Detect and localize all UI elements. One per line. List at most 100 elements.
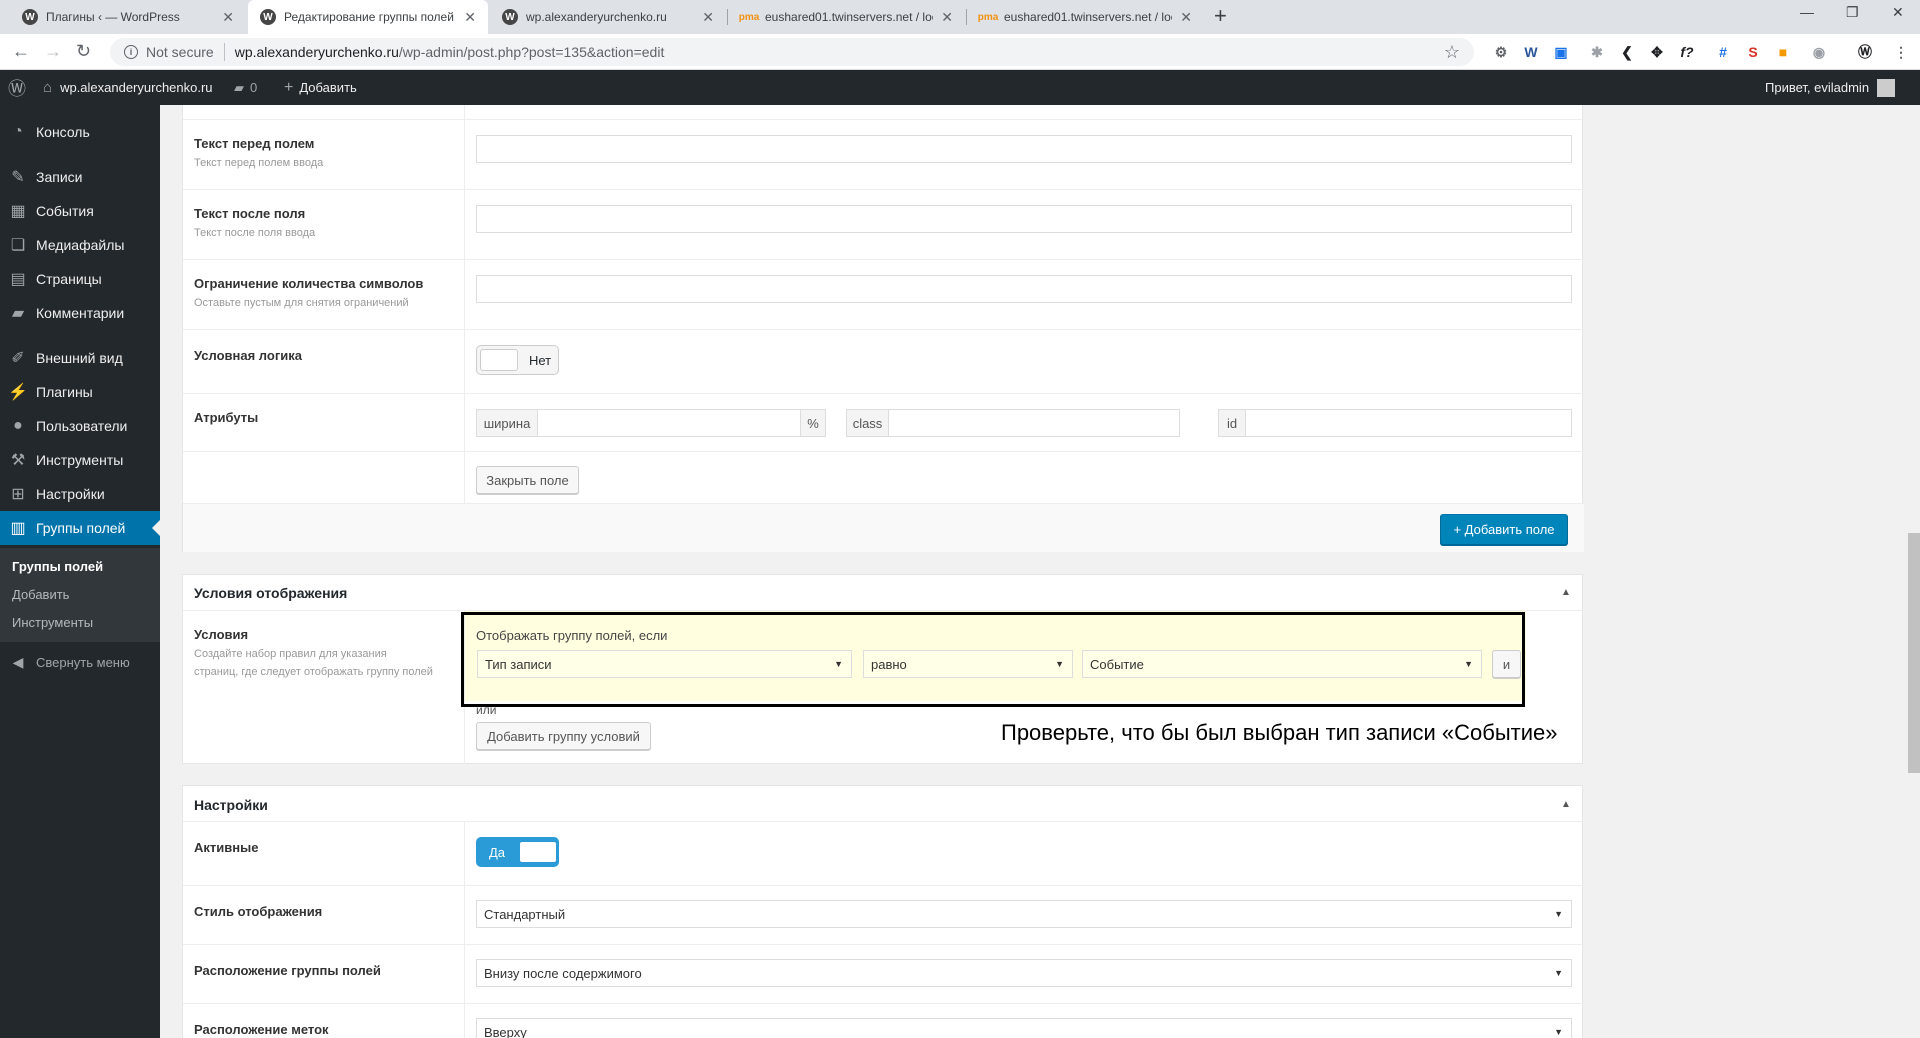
settings-icon: ⊞ — [11, 486, 25, 503]
field-row-active: Активные Да — [183, 822, 1584, 885]
sidebar-item-label: Медиафайлы — [36, 237, 125, 253]
extension-s-icon[interactable]: S — [1744, 43, 1762, 61]
pages-icon: ▤ — [10, 271, 26, 288]
add-rule-group-button[interactable]: Добавить группу условий — [476, 722, 651, 750]
position-select[interactable]: Внизу после содержимого ▼ — [476, 959, 1572, 987]
sidebar-item-posts[interactable]: ✎ Записи — [0, 160, 160, 194]
plugin-icon: ⚡ — [8, 384, 28, 401]
maxlength-input[interactable] — [476, 275, 1572, 303]
tab-separator — [727, 9, 728, 25]
close-icon[interactable]: ✕ — [702, 9, 714, 26]
add-field-button[interactable]: + Добавить поле — [1440, 514, 1568, 545]
bookmark-star-icon[interactable]: ☆ — [1444, 42, 1460, 63]
reload-icon[interactable]: ↻ — [76, 41, 91, 62]
close-icon[interactable]: ✕ — [222, 9, 234, 26]
dropdown-arrow-icon: ▼ — [1554, 1027, 1563, 1037]
extension-wordpress-icon[interactable]: Ⓦ — [1856, 43, 1874, 61]
field-label: Текст перед полем — [194, 136, 315, 151]
extension-fx-icon[interactable]: f? — [1678, 43, 1696, 61]
sidebar-item-tools[interactable]: ⚒ Инструменты — [0, 443, 160, 477]
width-input[interactable] — [537, 409, 801, 437]
sidebar-item-events[interactable]: ▦ События — [0, 194, 160, 228]
submenu-item-add-new[interactable]: Добавить — [12, 587, 69, 602]
collapse-arrow-icon[interactable]: ▲ — [1561, 799, 1571, 810]
extension-grid-icon[interactable]: # — [1714, 43, 1732, 61]
label-placement-select[interactable]: Вверху ▼ — [476, 1018, 1572, 1038]
conditional-logic-toggle[interactable]: Нет — [476, 345, 559, 375]
class-prepend: class — [846, 409, 889, 437]
new-tab-button[interactable]: + — [1214, 3, 1227, 29]
comments-link[interactable]: ▰ 0 — [234, 70, 257, 105]
extension-gear-icon[interactable]: ⚙ — [1492, 43, 1510, 61]
sidebar-item-settings[interactable]: ⊞ Настройки — [0, 477, 160, 511]
close-icon[interactable]: ✕ — [1180, 9, 1192, 26]
page-scrollbar[interactable] — [1908, 533, 1920, 773]
extension-translate-icon[interactable]: ▣ — [1552, 43, 1570, 61]
field-description: Оставьте пустым для снятия ограничений — [194, 297, 409, 309]
sidebar-item-plugins[interactable]: ⚡ Плагины — [0, 375, 160, 409]
extension-arrow-icon[interactable]: ❮ — [1618, 43, 1636, 61]
field-row-style: Стиль отображения Стандартный ▼ — [183, 885, 1584, 944]
sidebar-item-label: Внешний вид — [36, 350, 123, 366]
close-icon[interactable]: ✕ — [941, 9, 953, 26]
sidebar-item-field-groups[interactable]: ▥ Группы полей — [0, 511, 160, 545]
extension-move-icon[interactable]: ✥ — [1648, 43, 1666, 61]
rules-label: Условия — [194, 627, 249, 642]
minimize-icon[interactable]: — — [1800, 4, 1814, 20]
phpmyadmin-icon: pma — [738, 11, 760, 23]
close-icon[interactable]: ✕ — [464, 9, 476, 26]
account-link[interactable]: Привет, eviladmin — [1765, 70, 1896, 105]
id-input[interactable] — [1245, 409, 1572, 437]
tab-title: wp.alexanderyurchenko.ru — [526, 10, 667, 24]
sidebar-item-label: События — [36, 203, 94, 219]
prepend-input[interactable] — [476, 135, 1572, 163]
not-secure-label: Not secure — [146, 44, 214, 60]
dropdown-arrow-icon: ▼ — [1554, 968, 1563, 978]
submenu-item-tools[interactable]: Инструменты — [12, 615, 93, 630]
field-label: Атрибуты — [194, 410, 259, 425]
append-input[interactable] — [476, 205, 1572, 233]
extension-color-icon[interactable]: ■ — [1774, 43, 1792, 61]
sidebar-item-media[interactable]: ❏ Медиафайлы — [0, 228, 160, 262]
close-field-button[interactable]: Закрыть поле — [476, 466, 579, 494]
restore-icon[interactable]: ❐ — [1846, 4, 1859, 21]
forward-icon[interactable]: → — [44, 41, 62, 62]
style-select[interactable]: Стандартный ▼ — [476, 900, 1572, 928]
sidebar-item-pages[interactable]: ▤ Страницы — [0, 262, 160, 296]
tab-title: Плагины ‹ — WordPress — [46, 10, 180, 24]
collapse-arrow-icon[interactable]: ▲ — [1561, 587, 1571, 598]
sidebar-item-label: Консоль — [36, 124, 90, 140]
extension-camera-icon[interactable]: ◉ — [1810, 43, 1828, 61]
active-toggle[interactable]: Да — [476, 837, 559, 867]
percent-append: % — [800, 409, 826, 437]
address-bar[interactable]: i Not secure wp.alexanderyurchenko.ru /w… — [110, 38, 1474, 66]
browser-tab-edit-field-group[interactable]: W Редактирование группы полей ✕ — [248, 0, 488, 34]
class-input[interactable] — [888, 409, 1180, 437]
sidebar-item-dashboard[interactable]: ◔ Консоль — [0, 115, 160, 149]
info-icon[interactable]: i — [124, 45, 138, 59]
field-settings-panel: Текст перед полем Текст перед полем ввод… — [182, 105, 1584, 552]
extension-puzzle-icon[interactable]: ✱ — [1588, 43, 1606, 61]
wordpress-logo-icon[interactable]: Ⓦ — [8, 70, 26, 105]
sidebar-item-users[interactable]: ● Пользователи — [0, 409, 160, 443]
sidebar-item-appearance[interactable]: ✐ Внешний вид — [0, 341, 160, 375]
sidebar-item-label: Инструменты — [36, 452, 124, 468]
browser-tab-phpmyadmin-2[interactable]: pma eushared01.twinservers.net / loc ✕ — [968, 0, 1204, 34]
browser-tab-site[interactable]: W wp.alexanderyurchenko.ru ✕ — [490, 0, 726, 34]
collapse-menu-button[interactable]: ◀ Свернуть меню — [0, 650, 160, 674]
browser-menu-icon[interactable]: ⋮ — [1892, 43, 1910, 61]
pin-icon: ✎ — [11, 169, 25, 186]
add-new-link[interactable]: + Добавить — [284, 70, 357, 105]
width-prepend: ширина — [476, 409, 538, 437]
extension-w-icon[interactable]: W — [1522, 43, 1540, 61]
browser-toolbar: ← → ↻ i Not secure wp.alexanderyurchenko… — [0, 34, 1920, 70]
window-close-icon[interactable]: ✕ — [1892, 4, 1904, 21]
sidebar-item-comments[interactable]: ▰ Комментарии — [0, 296, 160, 330]
submenu-item-field-groups[interactable]: Группы полей — [12, 559, 103, 574]
back-icon[interactable]: ← — [12, 41, 30, 62]
browser-tab-phpmyadmin-1[interactable]: pma eushared01.twinservers.net / loc ✕ — [729, 0, 965, 34]
home-icon: ⌂ — [43, 79, 53, 96]
site-name: wp.alexanderyurchenko.ru — [60, 80, 213, 95]
browser-tab-plugins[interactable]: W Плагины ‹ — WordPress ✕ — [10, 0, 246, 34]
site-name-link[interactable]: ⌂ wp.alexanderyurchenko.ru — [43, 70, 213, 105]
